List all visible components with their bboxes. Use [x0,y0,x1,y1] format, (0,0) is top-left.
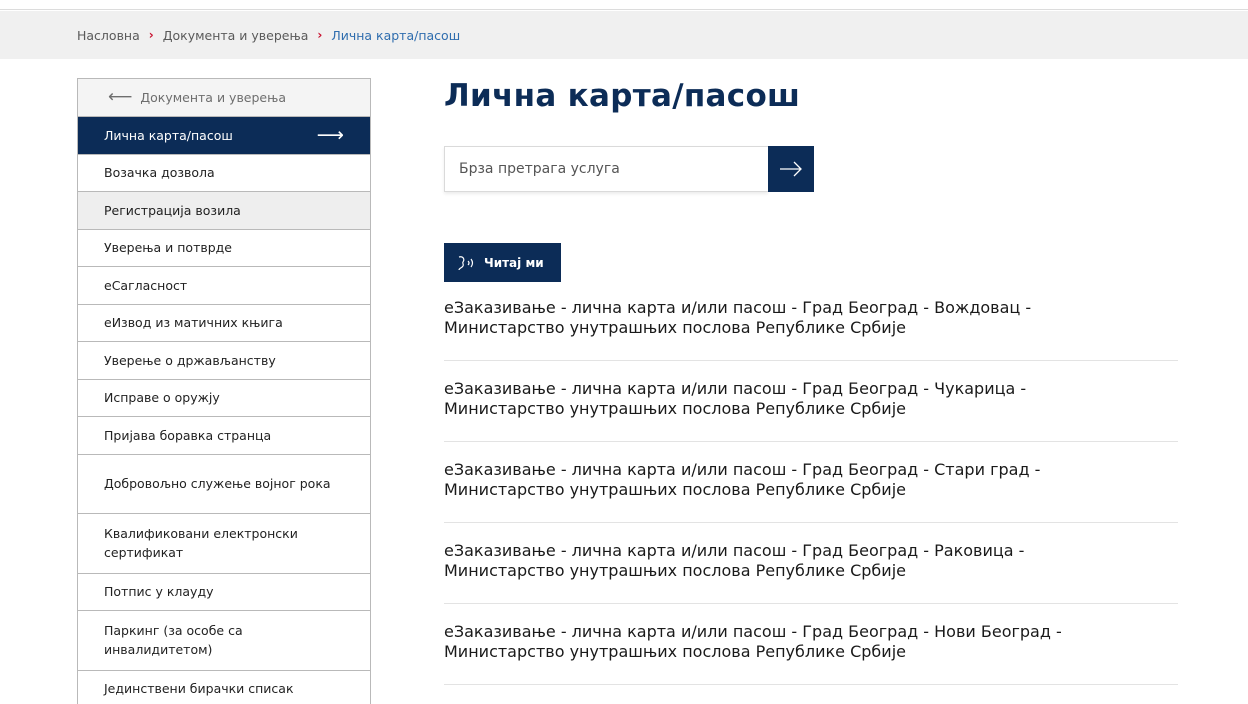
sidebar-item-label: Регистрација возила [104,202,241,218]
sidebar-item-qualified-certificate[interactable]: Квалификовани електронски сертификат [78,514,370,574]
result-title-line1: еЗаказивање - лична карта и/или пасош - … [444,379,1027,398]
list-item: еЗаказивање - лична карта и/или пасош - … [444,604,1178,685]
sidebar-back-link[interactable]: ⟵ Документа и уверења [78,79,370,117]
arrow-right-icon: ⟶ [316,123,344,146]
sidebar-item-registry-extract[interactable]: еИзвод из матичних књига [78,305,370,342]
sidebar-item-label: Паркинг (за особе са инвалидитетом) [104,623,243,658]
chevron-right-icon: › [317,28,323,42]
arrow-right-icon [780,161,802,177]
sidebar-item-label: еИзвод из матичних књига [104,315,283,331]
sidebar-item-label: Потпис у клауду [104,584,214,600]
result-title-line1: еЗаказивање - лична карта и/или пасош - … [444,622,1062,641]
result-link[interactable]: еЗаказивање - лична карта и/или пасош - … [444,541,1178,581]
sidebar-item-disability-parking[interactable]: Паркинг (за особе са инвалидитетом) [78,611,370,671]
sidebar-item-label: Добровољно служење војног рока [104,476,331,492]
breadcrumb-bar: Насловна › Документа и уверења › Лична к… [0,11,1248,59]
breadcrumb-section-link[interactable]: Документа и уверења [163,28,309,43]
sidebar-item-label: еСагласност [104,277,188,293]
speaker-icon [458,255,474,270]
result-link[interactable]: еЗаказивање - лична карта и/или пасош - … [444,622,1178,662]
sidebar-item-weapon-documents[interactable]: Исправе о оружју [78,380,370,417]
read-me-label: Читај ми [484,255,544,270]
result-title-line2: Министарство унутрашњих послова Републик… [444,480,906,499]
sidebar-item-label: Уверење о држављанству [104,352,276,368]
breadcrumb-current: Лична карта/пасош [331,27,461,43]
sidebar-item-label: Лична карта/пасош [104,127,233,143]
list-item: еЗаказивање - лична карта и/или пасош - … [444,282,1178,361]
result-title-line2: Министарство унутрашњих послова Републик… [444,561,906,580]
sidebar-item-citizenship-certificate[interactable]: Уверење о држављанству [78,342,370,380]
sidebar-item-label: Јединствени бирачки списак [104,681,294,697]
breadcrumb: Насловна › Документа и уверења › Лична к… [77,11,460,59]
arrow-left-icon: ⟵ [108,87,133,107]
result-link[interactable]: еЗаказивање - лична карта и/или пасош - … [444,460,1178,500]
sidebar-item-label: Исправе о оружју [104,390,220,406]
top-border [0,0,1248,10]
sidebar-item-id-card-passport[interactable]: Лична карта/пасош ⟶ [78,117,370,155]
sidebar-item-drivers-license[interactable]: Возачка дозвола [78,155,370,192]
sidebar-item-econsent[interactable]: еСагласност [78,267,370,305]
results-list: еЗаказивање - лична карта и/или пасош - … [444,282,1178,685]
result-title-line1: еЗаказивање - лична карта и/или пасош - … [444,460,1041,479]
list-item: еЗаказивање - лична карта и/или пасош - … [444,361,1178,442]
result-title-line2: Министарство унутрашњих послова Републик… [444,318,906,337]
sidebar-item-cloud-signature[interactable]: Потпис у клауду [78,574,370,611]
sidebar-item-label: Квалификовани електронски сертификат [104,526,298,561]
search-submit-button[interactable] [768,146,814,192]
list-item: еЗаказивање - лична карта и/или пасош - … [444,442,1178,523]
sidebar-item-voter-register[interactable]: Јединствени бирачки списак [78,671,370,704]
search-input[interactable] [444,146,768,192]
sidebar-item-certificates[interactable]: Уверења и потврде [78,230,370,267]
breadcrumb-home-link[interactable]: Насловна [77,28,140,43]
chevron-right-icon: › [148,28,154,42]
result-title-line2: Министарство унутрашњих послова Републик… [444,399,906,418]
list-item: еЗаказивање - лична карта и/или пасош - … [444,523,1178,604]
result-title-line1: еЗаказивање - лична карта и/или пасош - … [444,541,1025,560]
service-search [444,146,814,192]
result-title-line1: еЗаказивање - лична карта и/или пасош - … [444,298,1032,317]
sidebar-item-foreigner-residence[interactable]: Пријава боравка странца [78,417,370,455]
sidebar-item-label: Возачка дозвола [104,165,215,181]
sidebar-nav: ⟵ Документа и уверења Лична карта/пасош … [77,78,371,704]
sidebar-back-label: Документа и уверења [140,90,287,105]
sidebar-item-voluntary-military[interactable]: Добровољно служење војног рока [78,455,370,514]
result-link[interactable]: еЗаказивање - лична карта и/или пасош - … [444,379,1178,419]
sidebar-item-vehicle-registration[interactable]: Регистрација возила [78,192,370,230]
result-title-line2: Министарство унутрашњих послова Републик… [444,642,906,661]
page-title: Лична карта/пасош [444,78,801,114]
sidebar-item-label: Уверења и потврде [104,240,232,256]
sidebar-item-label: Пријава боравка странца [104,427,272,443]
read-me-button[interactable]: Читај ми [444,243,561,282]
result-link[interactable]: еЗаказивање - лична карта и/или пасош - … [444,298,1178,338]
